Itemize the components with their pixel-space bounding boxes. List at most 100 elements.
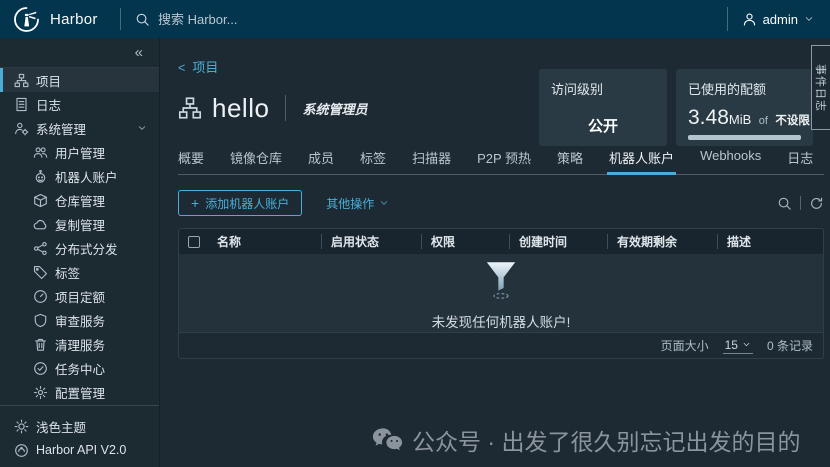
chevron-down-icon	[804, 14, 814, 24]
robot-accounts-table: 名称 启用状态 权限 创建时间 有效期剩余 描述 未发现任何机器人账户! 页面大小 15	[178, 228, 824, 359]
watermark: 公众号 · 出发了很久别忘记出发的目的	[372, 423, 800, 457]
app-header: Harbor admin	[0, 0, 830, 38]
column-header-description[interactable]: 描述	[717, 234, 823, 249]
sidebar-item-projects[interactable]: 项目	[0, 68, 159, 92]
users-icon	[33, 145, 48, 160]
search-icon	[135, 12, 150, 27]
sidebar-item-registry-management[interactable]: 仓库管理	[0, 188, 159, 212]
page-title: hello	[212, 92, 270, 123]
column-header-creation-time[interactable]: 创建时间	[509, 234, 607, 249]
column-header-expires[interactable]: 有效期剩余	[607, 234, 717, 249]
main-content: < 项目 hello 系统管理员 访问级别 公开 已使用的配额 3.48MiB o…	[160, 38, 830, 467]
header-divider	[120, 8, 121, 30]
table-header-row: 名称 启用状态 权限 创建时间 有效期剩余 描述	[179, 229, 823, 254]
tab-webhooks[interactable]: Webhooks	[700, 148, 761, 174]
sidebar-nav: 项目日志系统管理用户管理 机器人账户仓库管理复制管理分布式分发标签 项目定额 审查服务…	[0, 68, 159, 404]
tab-members[interactable]: 成员	[308, 148, 334, 174]
interrogation-icon	[33, 313, 48, 328]
sidebar-item-label: 系统管理	[36, 122, 87, 137]
sidebar-item-replication-management[interactable]: 复制管理	[0, 212, 159, 236]
title-divider	[285, 95, 287, 121]
access-level-value: 公开	[587, 118, 618, 135]
sidebar-item-light-theme[interactable]: 浅色主题	[0, 414, 159, 438]
user-name: admin	[762, 11, 798, 27]
sidebar-item-logs[interactable]: 日志	[0, 92, 159, 116]
column-header-name[interactable]: 名称	[208, 234, 321, 249]
sidebar-item-label: Harbor API V2.0	[36, 443, 127, 457]
sidebar-item-interrogation-services[interactable]: 审查服务	[0, 308, 159, 332]
sidebar-item-harbor-api[interactable]: Harbor API V2.0	[0, 438, 159, 462]
refresh-icon[interactable]	[809, 196, 824, 211]
distribution-icon	[33, 241, 48, 256]
tab-summary[interactable]: 概要	[178, 148, 204, 174]
sidebar-item-label: 清理服务	[55, 338, 106, 353]
quota-label: 已使用的配额	[688, 82, 767, 97]
event-log-side-tab[interactable]: 事件日志	[811, 45, 830, 130]
sidebar-item-distribution[interactable]: 分布式分发	[0, 236, 159, 260]
event-log-side-tab-label: 事件日志	[814, 63, 826, 112]
record-count: 0 条记录	[766, 339, 813, 353]
quota-icon	[33, 289, 48, 304]
chevron-down-icon	[742, 340, 751, 349]
page-size-select[interactable]: 15	[722, 338, 753, 354]
watermark-text: 公众号 · 出发了很久别忘记出发的目的	[412, 429, 801, 455]
sidebar-footer-divider	[0, 405, 159, 406]
other-actions-dropdown[interactable]: 其他操作	[326, 195, 389, 212]
sidebar-item-user-management[interactable]: 用户管理	[0, 140, 159, 164]
sidebar-item-label: 配置管理	[55, 386, 106, 401]
user-menu[interactable]: admin	[726, 7, 830, 31]
toolbar-icon-divider	[800, 196, 801, 210]
tab-p2p-preheat[interactable]: P2P 预热	[477, 148, 531, 174]
project-role-badge: 系统管理员	[302, 101, 368, 117]
empty-message: 未发现任何机器人账户!	[431, 314, 571, 330]
tab-repositories[interactable]: 镜像仓库	[230, 148, 282, 174]
sidebar-item-label: 复制管理	[55, 218, 106, 233]
search-input[interactable]	[156, 10, 476, 28]
tab-labels[interactable]: 标签	[360, 148, 386, 174]
tab-logs[interactable]: 日志	[787, 148, 813, 174]
tab-scanner[interactable]: 扫描器	[412, 148, 451, 174]
collapse-sidebar-button[interactable]: «	[0, 38, 159, 68]
wechat-icon	[372, 427, 403, 454]
tab-policy[interactable]: 策略	[557, 148, 583, 174]
jobs-icon	[33, 361, 48, 376]
quota-value: 3.48MiB of 不设限	[688, 106, 810, 129]
logs-icon	[14, 97, 29, 112]
registry-icon	[33, 193, 48, 208]
sidebar-item-label: 项目	[36, 74, 62, 89]
back-arrow-icon: <	[178, 61, 186, 75]
sidebar-item-configuration[interactable]: 配置管理	[0, 380, 159, 404]
label-icon	[33, 265, 48, 280]
table-footer: 页面大小 15 0 条记录	[179, 332, 823, 358]
quota-card: 已使用的配额 3.48MiB of 不设限	[676, 69, 813, 146]
collapse-sidebar-icon: «	[134, 44, 143, 61]
breadcrumb[interactable]: < 项目	[178, 57, 218, 76]
sidebar-item-label: 仓库管理	[55, 194, 106, 209]
column-header-enabled-status[interactable]: 启用状态	[321, 234, 421, 249]
sidebar-item-project-quotas[interactable]: 项目定额	[0, 284, 159, 308]
access-level-card: 访问级别 公开	[539, 69, 667, 146]
funnel-icon	[478, 256, 524, 309]
sidebar-item-robot-accounts[interactable]: 机器人账户	[0, 164, 159, 188]
project-icon	[178, 96, 202, 120]
project-tabs: 概要镜像仓库成员标签扫描器P2P 预热策略机器人账户Webhooks日志配置管理	[178, 148, 824, 175]
add-robot-account-button[interactable]: + 添加机器人账户	[178, 190, 303, 216]
page-size-label: 页面大小	[660, 339, 709, 353]
filter-search-icon[interactable]	[777, 196, 792, 211]
sidebar-item-labels[interactable]: 标签	[0, 260, 159, 284]
column-header-permissions[interactable]: 权限	[421, 234, 509, 249]
sidebar-item-job-center[interactable]: 任务中心	[0, 356, 159, 380]
chevron-down-icon	[137, 123, 147, 133]
sidebar: « 项目日志系统管理用户管理 机器人账户仓库管理复制管理分布式分发标签 项目定额 审查…	[0, 38, 160, 467]
sidebar-item-label: 分布式分发	[55, 242, 118, 257]
global-search	[135, 10, 727, 28]
sidebar-item-system-management[interactable]: 系统管理	[0, 116, 159, 140]
sidebar-item-clean-up[interactable]: 清理服务	[0, 332, 159, 356]
plus-icon: +	[191, 195, 200, 211]
tab-robot-accounts[interactable]: 机器人账户	[607, 148, 677, 175]
sidebar-footer: 浅色主题 Harbor API V2.0	[0, 405, 159, 462]
breadcrumb-label: 项目	[192, 60, 219, 75]
brand[interactable]: Harbor	[0, 6, 116, 33]
select-all-checkbox[interactable]	[187, 235, 200, 248]
sidebar-item-label: 日志	[36, 98, 62, 113]
